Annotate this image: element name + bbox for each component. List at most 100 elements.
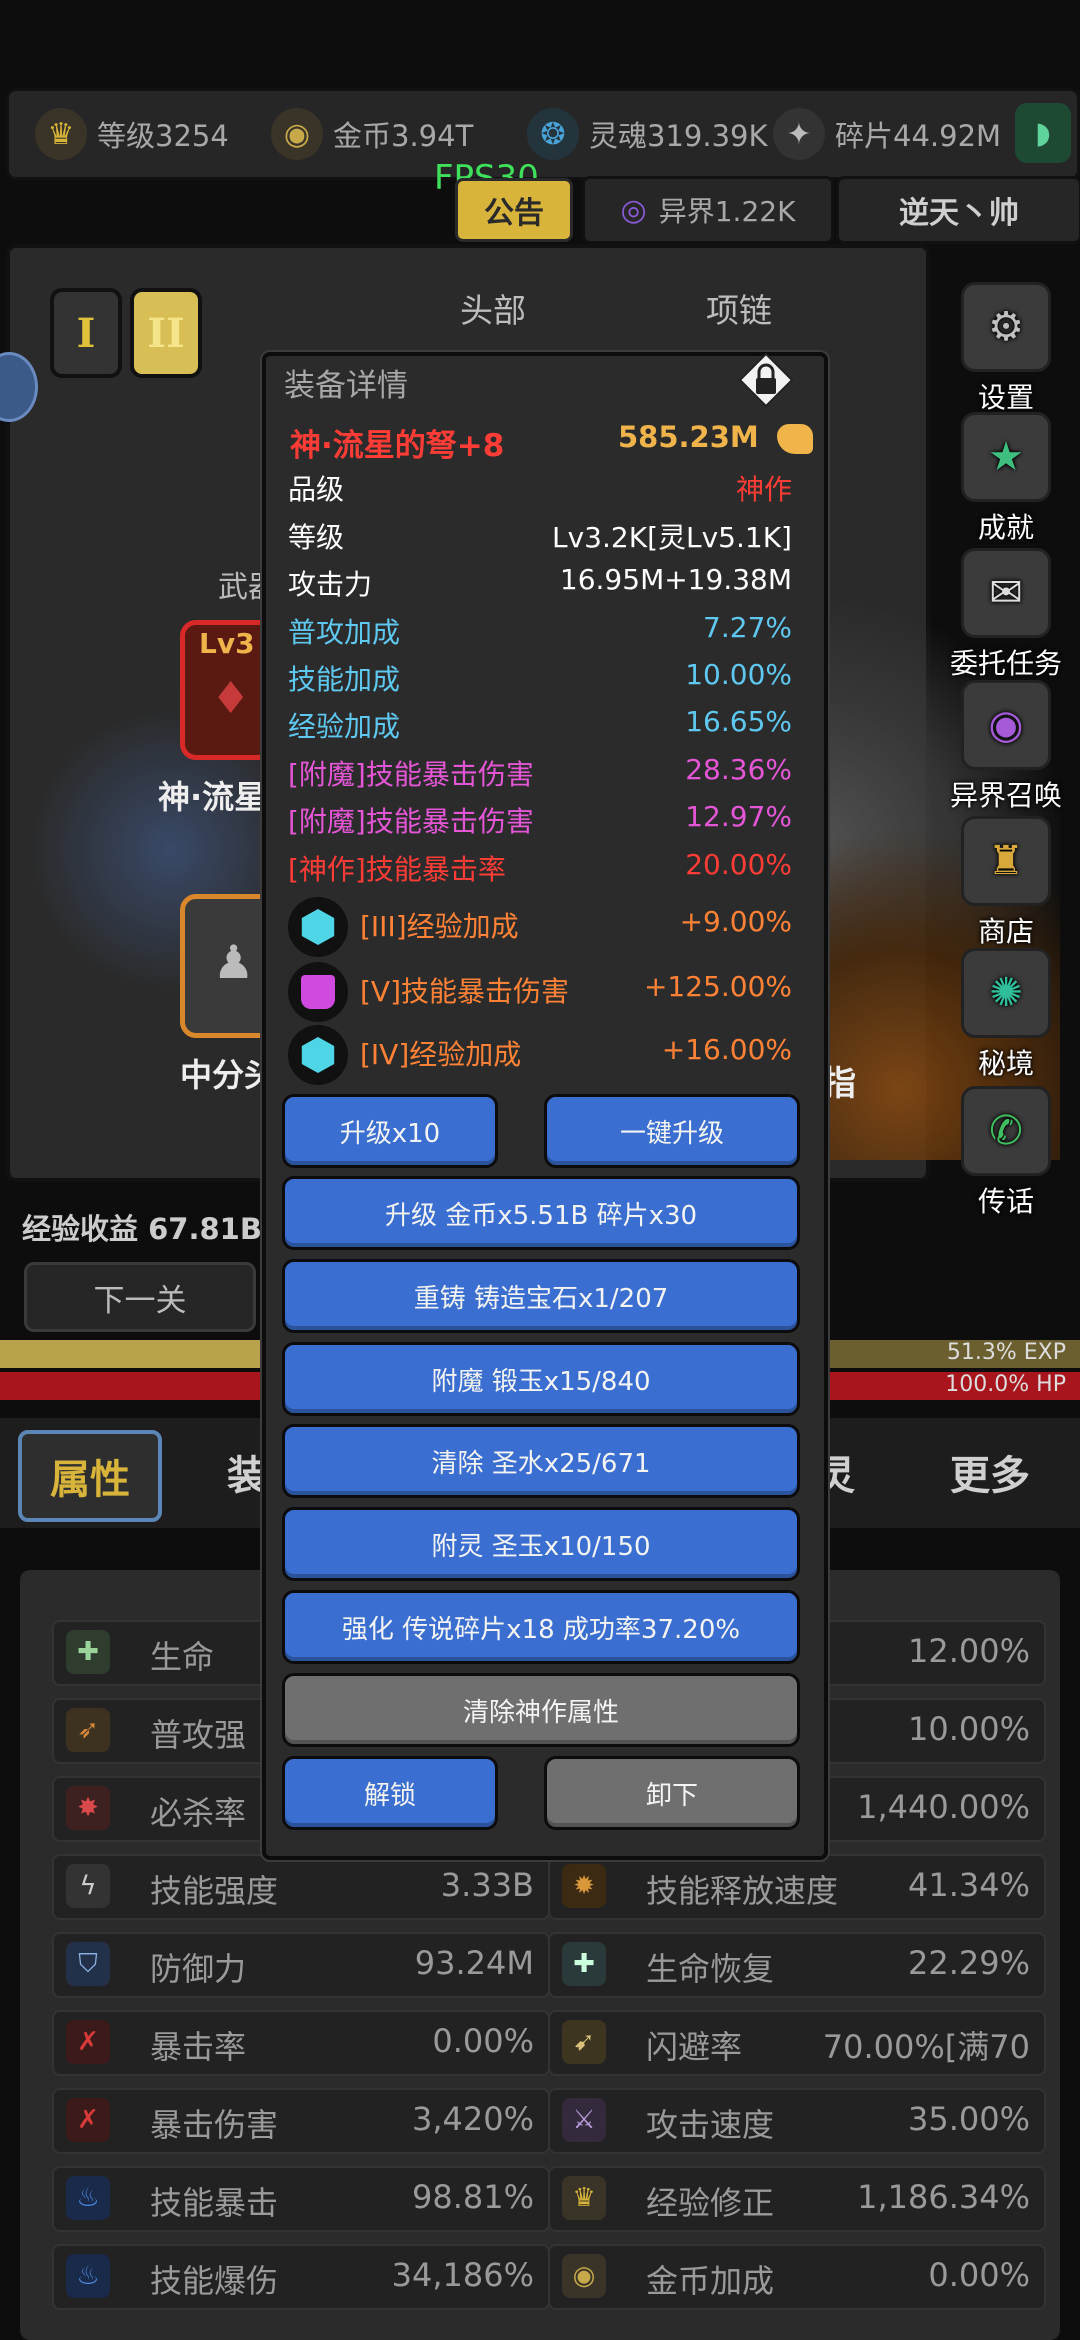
side-realm[interactable]: ✺ 秘境	[946, 948, 1066, 1082]
side-quests[interactable]: ✉ 委托任务	[946, 548, 1066, 682]
resource-bar: ♛ 等级3254 ◉ 金币3.94T ❂ 灵魂319.39K ✦ 碎片44.92…	[6, 88, 1080, 180]
attribute-value: 12.97%	[685, 800, 792, 833]
level-resource: ♛ 等级3254	[35, 91, 229, 177]
achievement-icon: ★	[961, 412, 1051, 502]
attribute-row: 品级 神作	[288, 468, 792, 510]
gem-value: +9.00%	[679, 905, 792, 938]
gem-label: [V]技能暴击伤害	[360, 975, 570, 1008]
spirit-button[interactable]: 附灵 圣玉x10/150	[282, 1507, 800, 1581]
fragment-icon: ✦	[773, 108, 825, 160]
side-settings[interactable]: ⚙ 设置	[946, 282, 1066, 416]
stat-hp-regen: ✚ 生命恢复 22.29%	[548, 1932, 1046, 1998]
upgrade-all-button[interactable]: 一键升级	[544, 1094, 800, 1168]
attribute-label: 等级	[288, 521, 345, 554]
clear-divine-button[interactable]: 清除神作属性	[282, 1673, 800, 1747]
exp-label: 51.3% EXP	[946, 1340, 1066, 1365]
purple-gem-icon	[288, 962, 348, 1022]
stat-dodge: ➹ 闪避率 70.00%[满70	[548, 2010, 1046, 2076]
stat-attack-speed: ⚔ 攻击速度 35.00%	[548, 2088, 1046, 2154]
gem-row: [V]技能暴击伤害 +125.00%	[360, 970, 792, 1010]
notice-button[interactable]: 公告	[455, 178, 573, 242]
slot-tab-head[interactable]: 头部	[460, 284, 526, 332]
attribute-label: [附魔]技能暴击伤害	[288, 805, 534, 838]
side-achievement[interactable]: ★ 成就	[946, 412, 1066, 546]
clear-button[interactable]: 清除 圣水x25/671	[282, 1424, 800, 1498]
strengthen-button[interactable]: 强化 传说碎片x18 成功率37.20%	[282, 1590, 800, 1664]
attribute-value: 16.65%	[685, 705, 792, 738]
fragment-resource: ✦ 碎片44.92M	[773, 91, 1001, 177]
realm-icon: ✺	[961, 948, 1051, 1038]
attribute-value: Lv3.2K[灵Lv5.1K]	[552, 521, 792, 554]
gear-set-tab-1[interactable]: I	[50, 288, 122, 378]
item-power: 585.23M	[618, 420, 813, 454]
username-button[interactable]: 逆天丶帅	[836, 176, 1080, 244]
gear-set-tab-2[interactable]: II	[130, 288, 202, 378]
lock-icon[interactable]	[738, 352, 794, 408]
enchant-button[interactable]: 附魔 锻玉x15/840	[282, 1342, 800, 1416]
diamond-icon: ♦	[211, 673, 251, 724]
weapon-name: 神·流星	[158, 778, 267, 816]
quest-icon: ✉	[961, 548, 1051, 638]
side-message[interactable]: ✆ 传话	[946, 1086, 1066, 1220]
attribute-label: 普攻加成	[288, 616, 401, 649]
attribute-value: 神作	[735, 473, 792, 506]
attribute-row: [神作]技能暴击率 20.00%	[288, 848, 792, 890]
gem-value: +125.00%	[643, 970, 792, 1003]
settings-icon: ⚙	[961, 282, 1051, 372]
unequip-button[interactable]: 卸下	[544, 1756, 800, 1830]
attribute-value: 28.36%	[685, 753, 792, 786]
upgrade-x10-button[interactable]: 升级x10	[282, 1094, 498, 1168]
recast-button[interactable]: 重铸 铸造宝石x1/207	[282, 1259, 800, 1333]
attribute-value: 10.00%	[685, 658, 792, 691]
tab-attributes[interactable]: 属性	[18, 1430, 162, 1522]
attribute-row: 普攻加成 7.27%	[288, 611, 792, 653]
upgrade-cost-button[interactable]: 升级 金币x5.51B 碎片x30	[282, 1176, 800, 1250]
soul-icon: ❂	[527, 108, 579, 160]
slot-tab-necklace[interactable]: 项链	[706, 284, 772, 332]
fire-ring-icon: ✹	[562, 1864, 606, 1908]
claw-icon: ➶	[66, 1708, 110, 1752]
stat-crit-damage: ✗ 暴击伤害 3,420%	[52, 2088, 550, 2154]
burst-icon: ✸	[66, 1786, 110, 1830]
attribute-label: [神作]技能暴击率	[288, 853, 506, 886]
gem-row: [IV]经验加成 +16.00%	[360, 1033, 792, 1073]
attribute-value: 20.00%	[685, 848, 792, 881]
crown-icon: ♛	[562, 2176, 606, 2220]
summon-icon: ◉	[961, 680, 1051, 770]
signal-icon[interactable]: ◗	[1015, 103, 1071, 163]
stat-exp-modifier: ♛ 经验修正 1,186.34%	[548, 2166, 1046, 2232]
attribute-label: [附魔]技能暴击伤害	[288, 758, 534, 791]
side-shop[interactable]: ♜ 商店	[946, 816, 1066, 950]
stat-crit-rate: ✗ 暴击率 0.00%	[52, 2010, 550, 2076]
next-level-button[interactable]: 下一关	[24, 1262, 256, 1332]
dialog-title: 装备详情	[284, 368, 408, 404]
unlock-button[interactable]: 解锁	[282, 1756, 498, 1830]
cyan-gem-icon	[288, 897, 348, 957]
hp-label: 100.0% HP	[945, 1372, 1066, 1397]
swords-icon: ⚔	[562, 2098, 606, 2142]
otherworld-counter[interactable]: ◎ 异界1.22K	[582, 176, 834, 244]
attribute-row: 技能加成 10.00%	[288, 658, 792, 700]
gem-label: [IV]经验加成	[360, 1038, 522, 1071]
attribute-row: [附魔]技能暴击伤害 28.36%	[288, 753, 792, 795]
plus-icon: ✚	[66, 1630, 110, 1674]
attribute-row: 等级 Lv3.2K[灵Lv5.1K]	[288, 516, 792, 558]
side-summon[interactable]: ◉ 异界召唤	[946, 680, 1066, 814]
shield-icon: ⛉	[66, 1942, 110, 1986]
blue-flame-icon: ♨	[66, 2176, 110, 2220]
regen-icon: ✚	[562, 1942, 606, 1986]
portal-icon: ◎	[620, 192, 647, 228]
attribute-row: 经验加成 16.65%	[288, 705, 792, 747]
soul-resource: ❂ 灵魂319.39K	[527, 91, 768, 177]
stat-skill-cast-speed: ✹ 技能释放速度 41.34%	[548, 1854, 1046, 1920]
attribute-label: 技能加成	[288, 663, 401, 696]
gem-row: [III]经验加成 +9.00%	[360, 905, 792, 945]
cyan-gem-icon	[288, 1025, 348, 1085]
stat-defense: ⛉ 防御力 93.24M	[52, 1932, 550, 1998]
item-name: 神·流星的弩+8	[290, 428, 505, 464]
crown-icon: ♛	[35, 108, 87, 160]
tab-more[interactable]: 更多	[930, 1430, 1050, 1514]
slash-icon: ✗	[66, 2098, 110, 2142]
attribute-value: 16.95M+19.38M	[559, 563, 792, 596]
lightning-icon: ϟ	[66, 1864, 110, 1908]
